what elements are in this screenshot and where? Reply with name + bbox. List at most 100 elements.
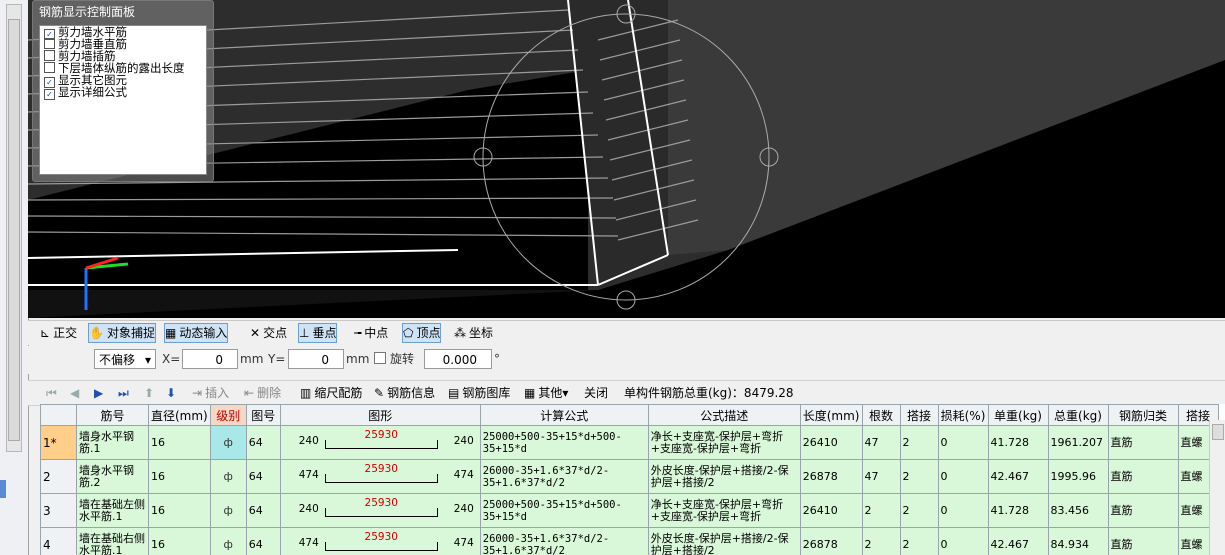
total-weight-cell[interactable]: 84.934 [1047, 527, 1109, 555]
loss-cell[interactable]: 0 [937, 527, 989, 555]
formula-desc-cell[interactable]: 净长+支座宽-保护层+弯折+支座宽-保护层+弯折 [647, 493, 801, 528]
header-count[interactable]: 根数 [861, 404, 901, 426]
other-menu-button[interactable]: ▦ 其他▾ [524, 383, 568, 403]
figure-no-cell[interactable]: 64 [245, 493, 281, 528]
count-cell[interactable]: 47 [861, 425, 901, 460]
lap-cell[interactable]: 2 [899, 459, 939, 494]
length-cell[interactable]: 26410 [799, 493, 863, 528]
bar-name-cell[interactable]: 墙身水平钢筋.2 [76, 459, 149, 494]
row-number[interactable]: 3 [40, 493, 77, 528]
next-record-icon[interactable]: ▶ [94, 383, 103, 403]
left-scrollbar[interactable] [6, 4, 22, 452]
checkbox-unchecked-icon[interactable] [44, 38, 55, 49]
move-down-icon[interactable]: ⬇ [166, 383, 176, 403]
lap-cell[interactable]: 2 [899, 425, 939, 460]
loss-cell[interactable]: 0 [937, 459, 989, 494]
length-cell[interactable]: 26878 [799, 459, 863, 494]
row-number[interactable]: 1* [40, 425, 77, 460]
header-bar-number[interactable]: 筋号 [76, 404, 149, 426]
grade-cell[interactable]: ф [209, 425, 247, 460]
table-row[interactable]: 2 墙身水平钢筋.2 16 ф 64 474 25930 474 26000-35+… [40, 459, 1219, 494]
vertex-snap-button[interactable]: ⬠ 顶点 [402, 323, 442, 343]
header-category[interactable]: 钢筋归类 [1107, 404, 1179, 426]
bar-name-cell[interactable]: 墙在基础左侧水平筋.1 [76, 493, 149, 528]
length-cell[interactable]: 26410 [799, 425, 863, 460]
rotate-checkbox[interactable]: 旋转 [374, 349, 414, 369]
diameter-cell[interactable]: 16 [148, 493, 211, 528]
loss-cell[interactable]: 0 [937, 425, 989, 460]
row-number[interactable]: 4 [40, 527, 77, 555]
move-up-icon[interactable]: ⬆ [144, 383, 154, 403]
checkbox-checked-icon[interactable]: ✓ [44, 89, 55, 100]
header-formula-desc[interactable]: 公式描述 [647, 404, 801, 426]
table-row[interactable]: 4 墙在基础右侧水平筋.1 16 ф 64 474 25930 474 26000-… [40, 527, 1219, 555]
bar-name-cell[interactable]: 墙在基础右侧水平筋.1 [76, 527, 149, 555]
midpoint-snap-button[interactable]: ╼ 中点 [354, 323, 388, 343]
x-offset-input[interactable]: 0 [182, 349, 238, 369]
category-cell[interactable]: 直筋 [1107, 493, 1179, 528]
coordinate-snap-button[interactable]: ⁂ 坐标 [454, 323, 493, 343]
header-figure-no[interactable]: 图号 [245, 404, 281, 426]
total-weight-cell[interactable]: 83.456 [1047, 493, 1109, 528]
category-cell[interactable]: 直筋 [1107, 459, 1179, 494]
unit-weight-cell[interactable]: 41.728 [987, 425, 1049, 460]
object-snap-button[interactable]: ✋ 对象捕捉 [88, 323, 156, 343]
lap-cell[interactable]: 2 [899, 493, 939, 528]
length-cell[interactable]: 26878 [799, 527, 863, 555]
grade-cell[interactable]: ф [209, 459, 247, 494]
diameter-cell[interactable]: 16 [148, 527, 211, 555]
formula-desc-cell[interactable]: 净长+支座宽-保护层+弯折+支座宽-保护层+弯折 [647, 425, 801, 460]
last-record-icon[interactable]: ⏭ [118, 383, 129, 403]
option-show-detailed-formula[interactable]: ✓ 显示详细公式 [40, 86, 206, 100]
shape-cell[interactable]: 240 25930 240 [279, 425, 481, 460]
table-row[interactable]: 1* 墙身水平钢筋.1 16 ф 64 240 25930 240 25000+50… [40, 425, 1219, 460]
unit-weight-cell[interactable]: 42.467 [987, 527, 1049, 555]
offset-mode-select[interactable]: 不偏移 ▾ [94, 349, 156, 369]
grade-cell[interactable]: ф [209, 527, 247, 555]
close-grid-button[interactable]: 关闭 [584, 383, 608, 403]
shape-cell[interactable]: 474 25930 474 [279, 459, 481, 494]
diameter-cell[interactable]: 16 [148, 459, 211, 494]
unit-weight-cell[interactable]: 41.728 [987, 493, 1049, 528]
insert-button[interactable]: ⇥ 插入 [192, 383, 229, 403]
left-scrollbar-thumb[interactable] [8, 19, 20, 441]
intersection-snap-button[interactable]: ✕ 交点 [250, 323, 287, 343]
formula-desc-cell[interactable]: 外皮长度-保护层+搭接/2-保护层+搭接/2 [647, 527, 801, 555]
header-length[interactable]: 长度(mm) [799, 404, 863, 426]
lap-cell[interactable]: 2 [899, 527, 939, 555]
header-unit-weight[interactable]: 单重(kg) [987, 404, 1049, 426]
row-number[interactable]: 2 [40, 459, 77, 494]
shape-cell[interactable]: 240 25930 240 [279, 493, 481, 528]
category-cell[interactable]: 直筋 [1107, 425, 1179, 460]
table-scrollbar-thumb[interactable] [1212, 424, 1224, 440]
bar-name-cell[interactable]: 墙身水平钢筋.1 [76, 425, 149, 460]
figure-no-cell[interactable]: 64 [245, 527, 281, 555]
rebar-library-button[interactable]: ▤ 钢筋图库 [448, 383, 510, 403]
unit-weight-cell[interactable]: 42.467 [987, 459, 1049, 494]
header-shape[interactable]: 图形 [279, 404, 481, 426]
scale-rebar-button[interactable]: ▥ 缩尺配筋 [300, 383, 362, 403]
dynamic-input-button[interactable]: ▦ 动态输入 [164, 323, 229, 343]
total-weight-cell[interactable]: 1961.207 [1047, 425, 1109, 460]
figure-no-cell[interactable]: 64 [245, 459, 281, 494]
loss-cell[interactable]: 0 [937, 493, 989, 528]
count-cell[interactable]: 2 [861, 527, 901, 555]
count-cell[interactable]: 47 [861, 459, 901, 494]
previous-record-icon[interactable]: ◀ [70, 383, 79, 403]
checkbox-unchecked-icon[interactable] [374, 352, 386, 364]
header-lap[interactable]: 搭接 [899, 404, 939, 426]
perpendicular-snap-button[interactable]: ⊥ 垂点 [298, 323, 338, 343]
header-total-weight[interactable]: 总重(kg) [1047, 404, 1109, 426]
first-record-icon[interactable]: ⏮ [46, 383, 57, 403]
header-loss[interactable]: 损耗(%) [937, 404, 989, 426]
checkbox-unchecked-icon[interactable] [44, 50, 55, 61]
delete-button[interactable]: ⇤ 删除 [244, 383, 281, 403]
formula-cell[interactable]: 25000+500-35+15*d+500-35+15*d [479, 425, 649, 460]
total-weight-cell[interactable]: 1995.96 [1047, 459, 1109, 494]
table-scrollbar[interactable] [1209, 420, 1225, 555]
shape-cell[interactable]: 474 25930 474 [279, 527, 481, 555]
rebar-info-button[interactable]: ✎ 钢筋信息 [374, 383, 435, 403]
header-diameter[interactable]: 直径(mm) [148, 404, 211, 426]
checkbox-unchecked-icon[interactable] [44, 62, 55, 73]
table-row[interactable]: 3 墙在基础左侧水平筋.1 16 ф 64 240 25930 240 25000+… [40, 493, 1219, 528]
